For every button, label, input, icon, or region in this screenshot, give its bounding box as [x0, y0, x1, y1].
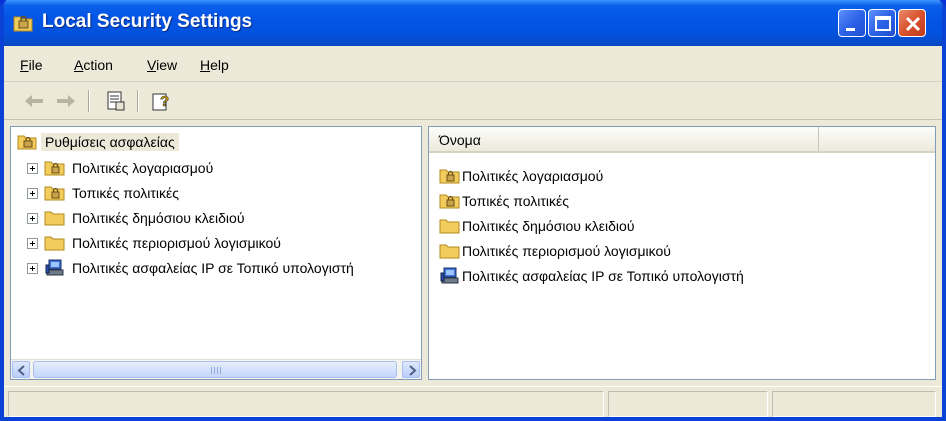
- scroll-right-button[interactable]: [402, 361, 420, 378]
- ip-security-icon: [440, 267, 459, 284]
- menu-file-label: ile: [28, 57, 43, 73]
- scroll-left-button[interactable]: [12, 361, 30, 378]
- minimize-icon: [846, 28, 855, 31]
- svg-text:?: ?: [160, 93, 169, 110]
- status-panel-main: [8, 391, 604, 417]
- close-icon: [905, 16, 921, 32]
- chevron-right-icon: [409, 365, 417, 376]
- folder-icon: [44, 211, 65, 226]
- app-window: Local Security Settings File Action View…: [0, 0, 946, 421]
- tree-item-ip-security-policies[interactable]: Πολιτικές ασφαλείας IP σε Τοπικό υπολογι…: [27, 257, 354, 279]
- list-header: Όνομα: [429, 127, 935, 153]
- status-panel-2: [608, 391, 768, 417]
- details-pane[interactable]: Όνομα Πολιτικές λογαριασμού Τοπικές πολι…: [428, 126, 936, 380]
- menu-file[interactable]: File: [20, 57, 43, 73]
- list-item-label: Πολιτικές περιορισμού λογισμικού: [462, 243, 671, 259]
- list-item-ip-security-policies[interactable]: Πολιτικές ασφαλείας IP σε Τοπικό υπολογι…: [439, 265, 744, 287]
- security-settings-icon: [17, 135, 37, 150]
- menu-action-label: ction: [83, 57, 113, 73]
- menu-help[interactable]: Help: [200, 57, 229, 73]
- tree-item-label: Τοπικές πολιτικές: [72, 185, 179, 201]
- menu-help-accel: H: [200, 57, 211, 73]
- list-item-account-policies[interactable]: Πολιτικές λογαριασμού: [439, 165, 603, 187]
- window-title: Local Security Settings: [42, 11, 253, 32]
- title-bar[interactable]: Local Security Settings: [4, 0, 942, 46]
- tree-item-label: Πολιτικές περιορισμού λογισμικού: [72, 235, 281, 251]
- tree-item-local-policies[interactable]: Τοπικές πολιτικές: [27, 182, 179, 204]
- tree-item-software-restriction-policies[interactable]: Πολιτικές περιορισμού λογισμικού: [27, 232, 281, 254]
- security-settings-icon: [13, 15, 33, 32]
- folder-lock-icon: [439, 194, 460, 209]
- expand-plus-icon[interactable]: [27, 237, 38, 249]
- list-item-label: Πολιτικές λογαριασμού: [462, 168, 604, 184]
- properties-icon[interactable]: [104, 90, 128, 112]
- maximize-icon: [875, 16, 891, 31]
- list-item-label: Πολιτικές δημόσιου κλειδιού: [462, 218, 635, 234]
- list-item-label: Πολιτικές ασφαλείας IP σε Τοπικό υπολογι…: [462, 268, 744, 284]
- scroll-grip: [211, 367, 221, 374]
- scroll-thumb[interactable]: [33, 361, 397, 378]
- chevron-left-icon: [17, 365, 25, 376]
- folder-lock-icon: [44, 161, 65, 176]
- menu-view[interactable]: View: [147, 57, 177, 73]
- toolbar: ?: [4, 82, 942, 120]
- tree-item-account-policies[interactable]: Πολιτικές λογαριασμού: [27, 157, 213, 179]
- status-panel-3: [772, 391, 936, 417]
- forward-arrow-icon[interactable]: [54, 90, 78, 112]
- list-item-local-policies[interactable]: Τοπικές πολιτικές: [439, 190, 569, 212]
- menu-view-label: iew: [156, 57, 178, 73]
- list-item-public-key-policies[interactable]: Πολιτικές δημόσιου κλειδιού: [439, 215, 634, 237]
- expand-plus-icon[interactable]: [27, 212, 38, 224]
- folder-lock-icon: [44, 186, 65, 201]
- column-header-name[interactable]: Όνομα: [429, 127, 819, 151]
- list-item-label: Τοπικές πολιτικές: [462, 193, 569, 209]
- ip-security-icon: [45, 259, 64, 276]
- help-topic-icon[interactable]: ?: [150, 90, 174, 112]
- folder-icon: [439, 219, 460, 234]
- tree-item-label: Πολιτικές λογαριασμού: [72, 160, 214, 176]
- tree-pane[interactable]: Ρυθμίσεις ασφαλείας Πολιτικές λογαριασμο…: [10, 126, 422, 380]
- toolbar-separator: [137, 90, 139, 112]
- close-button[interactable]: [898, 9, 926, 37]
- minimize-button[interactable]: [838, 9, 866, 37]
- tree-item-label: Πολιτικές ασφαλείας IP σε Τοπικό υπολογι…: [72, 260, 354, 276]
- column-header-empty[interactable]: [821, 127, 935, 151]
- folder-lock-icon: [439, 169, 460, 184]
- menu-bar: File Action View Help: [4, 46, 942, 82]
- folder-icon: [439, 244, 460, 259]
- tree-item-label: Πολιτικές δημόσιου κλειδιού: [72, 210, 245, 226]
- menu-action-accel: A: [74, 57, 84, 73]
- back-arrow-icon[interactable]: [22, 90, 46, 112]
- menu-help-label: elp: [210, 57, 229, 73]
- menu-view-accel: V: [147, 57, 157, 73]
- toolbar-separator: [88, 90, 90, 112]
- folder-icon: [44, 236, 65, 251]
- expand-plus-icon[interactable]: [27, 162, 38, 174]
- horizontal-scrollbar[interactable]: [11, 359, 421, 379]
- menu-action[interactable]: Action: [74, 57, 113, 73]
- maximize-button[interactable]: [868, 9, 896, 37]
- tree-item-public-key-policies[interactable]: Πολιτικές δημόσιου κλειδιού: [27, 207, 244, 229]
- menu-file-accel: F: [20, 57, 29, 73]
- expand-plus-icon[interactable]: [27, 187, 38, 199]
- tree-root[interactable]: Ρυθμίσεις ασφαλείας: [17, 131, 179, 153]
- list-item-software-restriction-policies[interactable]: Πολιτικές περιορισμού λογισμικού: [439, 240, 671, 262]
- expand-plus-icon[interactable]: [27, 262, 38, 274]
- tree-root-label: Ρυθμίσεις ασφαλείας: [41, 133, 179, 151]
- status-bar: [4, 386, 942, 417]
